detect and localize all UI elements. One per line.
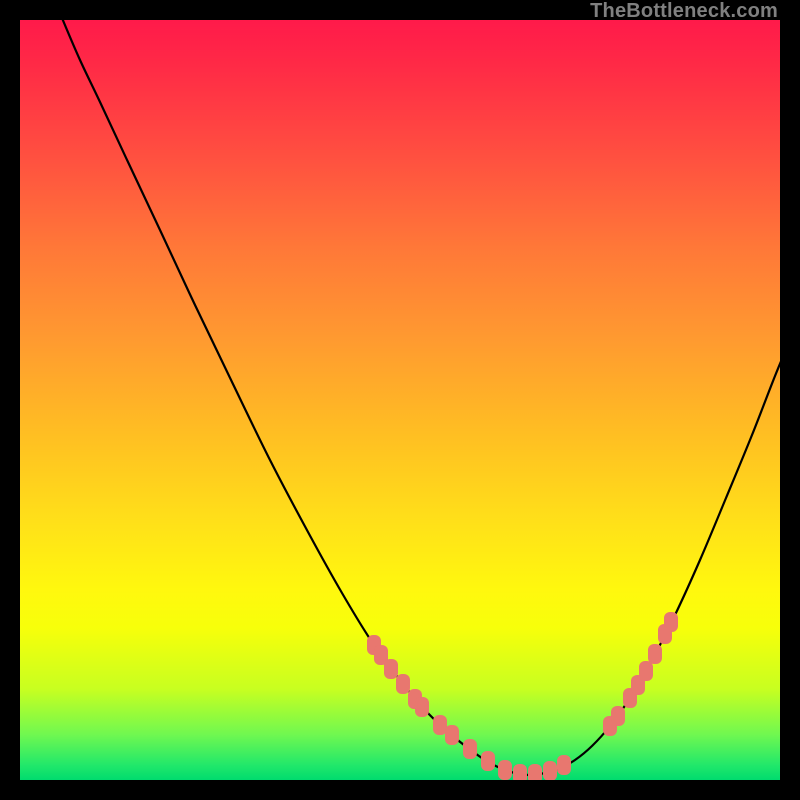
curve-marker [528, 764, 542, 780]
curve-marker [557, 755, 571, 775]
curve-marker [396, 674, 410, 694]
bottleneck-curve-line [55, 20, 780, 775]
curve-marker [648, 644, 662, 664]
chart-svg [20, 20, 780, 780]
curve-marker [433, 715, 447, 735]
curve-marker [498, 760, 512, 780]
curve-marker [384, 659, 398, 679]
curve-marker [513, 764, 527, 780]
curve-marker [463, 739, 477, 759]
curve-marker [415, 697, 429, 717]
curve-marker [664, 612, 678, 632]
curve-markers-group [367, 612, 678, 780]
attribution-text: TheBottleneck.com [590, 0, 778, 23]
curve-marker [481, 751, 495, 771]
curve-marker [543, 761, 557, 780]
chart-plot-area [20, 20, 780, 780]
curve-marker [445, 725, 459, 745]
curve-marker [639, 661, 653, 681]
curve-marker [611, 706, 625, 726]
